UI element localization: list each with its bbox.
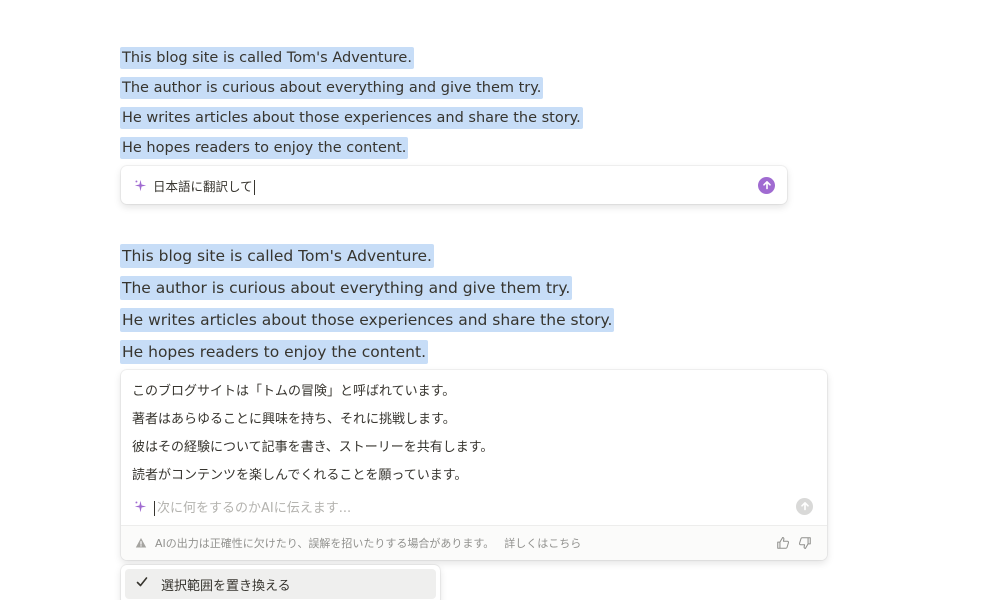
check-icon <box>135 575 151 593</box>
sparkle-icon <box>133 499 147 513</box>
thumbs-up-icon <box>777 537 790 549</box>
ai-prompt-bar[interactable]: 日本語に翻訳して <box>121 166 787 204</box>
result-line: 彼はその経験について記事を書き、ストーリーを共有します。 <box>132 440 494 455</box>
send-button[interactable] <box>758 176 775 194</box>
send-button[interactable] <box>796 497 813 515</box>
result-line: このブログサイトは「トムの冒険」と呼ばれています。 <box>132 384 456 399</box>
selected-line[interactable]: The author is curious about everything a… <box>120 77 544 99</box>
ai-prompt-input[interactable]: 日本語に翻訳して <box>153 176 758 195</box>
result-line: 読者がコンテンツを楽しんでくれることを願っています。 <box>132 468 468 483</box>
selected-line[interactable]: He hopes readers to enjoy the content. <box>120 340 428 364</box>
warning-icon <box>135 538 147 548</box>
selected-line[interactable]: He hopes readers to enjoy the content. <box>120 137 409 159</box>
result-line: 著者はあらゆることに興味を持ち、それに挑戦します。 <box>132 412 456 427</box>
ai-followup-input[interactable]: 次に何をするのかAIに伝えます... <box>153 497 796 516</box>
menu-item-label: 選択範囲を置き換える <box>161 578 291 594</box>
replace-selection-item[interactable]: 選択範囲を置き換える <box>125 569 436 599</box>
ai-followup-bar[interactable]: 次に何をするのかAIに伝えます... <box>121 492 827 520</box>
learn-more-link[interactable]: 詳しくはこちら <box>504 535 581 551</box>
selected-line[interactable]: He writes articles about those experienc… <box>120 107 583 129</box>
ai-disclaimer-footer: AIの出力は正確性に欠けたり、誤解を招いたりする場合があります。 詳しくはこちら <box>121 526 827 560</box>
sparkle-icon <box>133 178 147 192</box>
arrow-up-icon <box>762 181 771 190</box>
disclaimer-text: AIの出力は正確性に欠けたり、誤解を招いたりする場合があります。 <box>155 537 495 550</box>
thumbs-down-icon <box>798 537 811 549</box>
selected-line[interactable]: He writes articles about those experienc… <box>120 308 615 332</box>
ai-action-menu: 選択範囲を置き換える <box>121 565 440 600</box>
ai-result-panel: このブログサイトは「トムの冒険」と呼ばれています。 著者はあらゆることに興味を持… <box>121 370 827 560</box>
selected-line[interactable]: This blog site is called Tom's Adventure… <box>120 47 414 69</box>
arrow-up-icon <box>800 502 809 511</box>
thumbs-down-button[interactable] <box>797 535 813 551</box>
selected-line[interactable]: The author is curious about everything a… <box>120 276 573 300</box>
selected-line[interactable]: This blog site is called Tom's Adventure… <box>120 244 434 268</box>
editor-page: This blog site is called Tom's Adventure… <box>0 0 1000 600</box>
ai-result-text: このブログサイトは「トムの冒険」と呼ばれています。 著者はあらゆることに興味を持… <box>132 378 493 490</box>
thumbs-up-button[interactable] <box>775 535 791 551</box>
